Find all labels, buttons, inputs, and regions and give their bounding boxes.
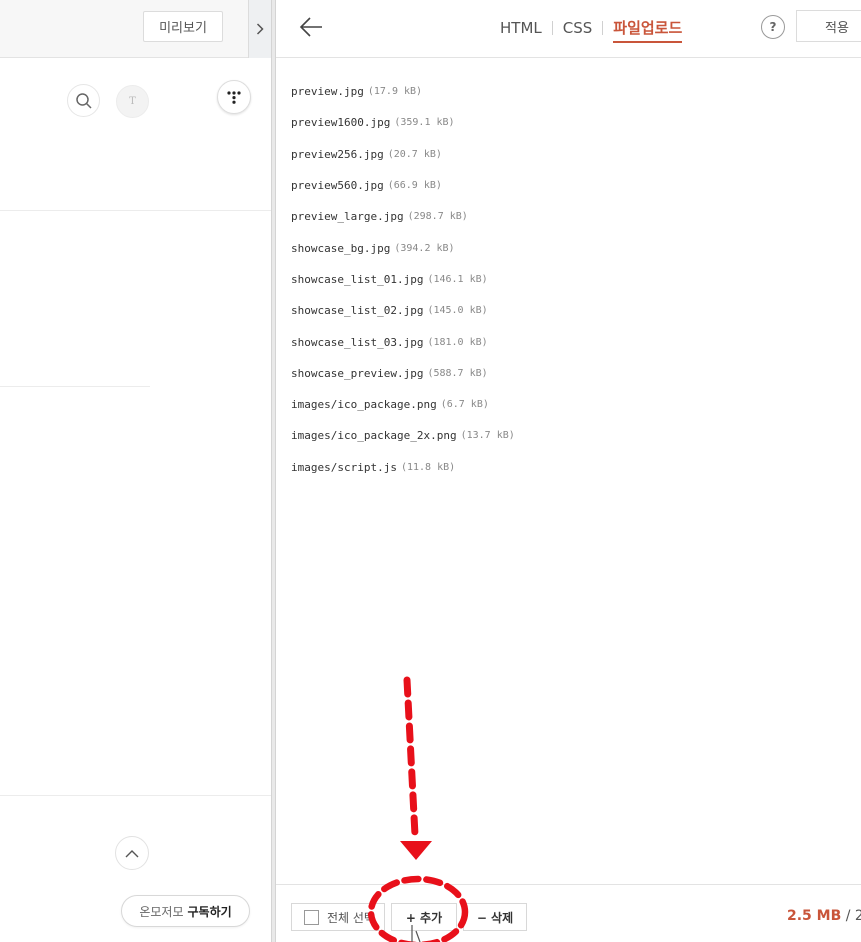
file-actions-bar: 전체 선택 + 추가 − 삭제 2.5 MB / 20 bbox=[276, 884, 861, 942]
search-icon bbox=[75, 92, 92, 109]
file-item[interactable]: images/ico_package_2x.png (13.7 kB) bbox=[291, 420, 515, 451]
tab-html[interactable]: HTML bbox=[490, 19, 552, 37]
left-topbar: 미리보기 bbox=[0, 0, 271, 58]
tab-css[interactable]: CSS bbox=[553, 19, 603, 37]
file-size: (145.0 kB) bbox=[427, 305, 488, 317]
file-size: (17.9 kB) bbox=[367, 86, 423, 98]
more-menu-button[interactable] bbox=[217, 80, 251, 114]
file-item[interactable]: images/script.js (11.8 kB) bbox=[291, 452, 515, 483]
search-button[interactable] bbox=[67, 84, 100, 117]
back-button[interactable] bbox=[298, 13, 326, 41]
subscribe-label: 구독하기 bbox=[187, 904, 232, 919]
file-size: (11.8 kB) bbox=[400, 461, 456, 473]
collapse-panel-button[interactable] bbox=[248, 0, 271, 58]
file-item[interactable]: showcase_list_03.jpg (181.0 kB) bbox=[291, 326, 515, 357]
subscribe-button[interactable]: 온모저모 구독하기 bbox=[121, 895, 250, 927]
delete-file-button[interactable]: − 삭제 bbox=[463, 903, 527, 931]
file-name: images/script.js bbox=[291, 460, 397, 474]
scroll-top-button[interactable] bbox=[115, 836, 149, 870]
apply-button[interactable]: 적용 bbox=[796, 10, 861, 42]
file-item[interactable]: preview_large.jpg (298.7 kB) bbox=[291, 201, 515, 232]
file-size: (359.1 kB) bbox=[394, 117, 455, 129]
file-item[interactable]: preview.jpg (17.9 kB) bbox=[291, 76, 515, 107]
file-item[interactable]: showcase_list_01.jpg (146.1 kB) bbox=[291, 264, 515, 295]
file-name: images/ico_package.png bbox=[291, 398, 437, 412]
file-item[interactable]: showcase_preview.jpg (588.7 kB) bbox=[291, 358, 515, 389]
chevron-right-icon bbox=[256, 23, 264, 35]
chevron-up-icon bbox=[125, 849, 139, 857]
storage-usage: 2.5 MB / 20 bbox=[787, 908, 861, 924]
right-pane: HTML CSS 파일업로드 ? 적용 preview.jpg (17.9 kB)… bbox=[276, 0, 861, 942]
checkbox-box bbox=[304, 909, 319, 925]
file-size: (588.7 kB) bbox=[427, 367, 488, 379]
storage-total: / 20 bbox=[845, 908, 861, 924]
file-name: showcase_list_02.jpg bbox=[291, 304, 424, 318]
select-all-checkbox[interactable]: 전체 선택 bbox=[291, 903, 385, 931]
file-name: images/ico_package_2x.png bbox=[291, 429, 457, 443]
select-all-label: 전체 선택 bbox=[327, 910, 375, 925]
file-name: showcase_list_01.jpg bbox=[291, 272, 424, 286]
file-item[interactable]: preview560.jpg (66.9 kB) bbox=[291, 170, 515, 201]
file-size: (181.0 kB) bbox=[427, 336, 488, 348]
file-size: (66.9 kB) bbox=[387, 180, 442, 192]
file-name: showcase_bg.jpg bbox=[291, 241, 391, 255]
add-file-button[interactable]: + 추가 bbox=[391, 903, 457, 931]
file-item[interactable]: preview256.jpg (20.7 kB) bbox=[291, 139, 515, 170]
file-size: (298.7 kB) bbox=[407, 211, 468, 223]
file-size: (13.7 kB) bbox=[460, 430, 515, 442]
storage-used: 2.5 MB bbox=[787, 908, 842, 924]
file-item[interactable]: showcase_bg.jpg (394.2 kB) bbox=[291, 232, 515, 263]
file-size: (146.1 kB) bbox=[427, 273, 488, 285]
file-item[interactable]: preview1600.jpg (359.1 kB) bbox=[291, 107, 515, 138]
file-name: showcase_preview.jpg bbox=[291, 366, 424, 380]
back-arrow-icon bbox=[299, 17, 322, 37]
file-name: preview560.jpg bbox=[291, 179, 384, 193]
file-item[interactable]: images/ico_package.png (6.7 kB) bbox=[291, 389, 515, 420]
file-name: preview256.jpg bbox=[291, 147, 384, 161]
file-name: preview1600.jpg bbox=[291, 116, 391, 130]
divider bbox=[0, 795, 271, 796]
divider bbox=[0, 386, 150, 387]
profile-avatar[interactable]: T bbox=[116, 85, 149, 118]
file-item[interactable]: showcase_list_02.jpg (145.0 kB) bbox=[291, 295, 515, 326]
more-dots-icon bbox=[227, 91, 241, 104]
divider bbox=[0, 210, 271, 211]
file-size: (6.7 kB) bbox=[440, 399, 489, 411]
left-pane: 미리보기 T 온모저모 구독하기 bbox=[0, 0, 271, 942]
preview-button[interactable]: 미리보기 bbox=[143, 11, 223, 42]
tab-file-upload[interactable]: 파일업로드 bbox=[603, 17, 692, 43]
editor-topbar: HTML CSS 파일업로드 ? 적용 bbox=[276, 0, 861, 58]
editor-tabs: HTML CSS 파일업로드 bbox=[490, 17, 692, 43]
file-name: preview.jpg bbox=[291, 85, 364, 99]
file-size: (394.2 kB) bbox=[394, 242, 455, 254]
help-button[interactable]: ? bbox=[761, 15, 785, 39]
file-size: (20.7 kB) bbox=[387, 148, 442, 160]
file-name: preview_large.jpg bbox=[291, 210, 404, 224]
file-list: preview.jpg (17.9 kB) preview1600.jpg (359… bbox=[291, 76, 515, 483]
subscribe-blog-name: 온모저모 bbox=[139, 904, 184, 919]
file-name: showcase_list_03.jpg bbox=[291, 335, 424, 349]
